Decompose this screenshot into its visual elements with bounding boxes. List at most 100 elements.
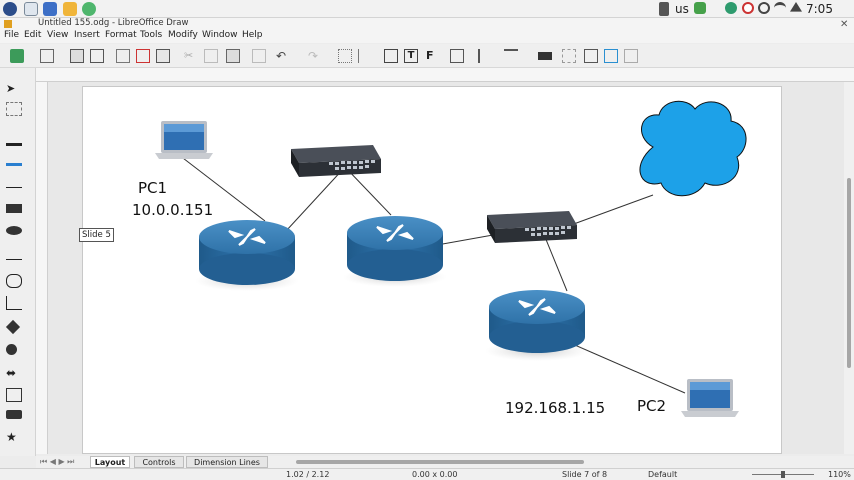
router-3[interactable] xyxy=(485,290,589,361)
record-icon[interactable] xyxy=(742,2,754,14)
pc2-name-label: PC2 xyxy=(637,397,667,415)
tab-controls[interactable]: Controls xyxy=(134,456,184,468)
tab-layout[interactable]: Layout xyxy=(90,456,130,468)
internet-cloud[interactable] xyxy=(639,100,747,197)
menu-window[interactable]: Window xyxy=(202,30,238,40)
clipboard-icon[interactable] xyxy=(659,2,669,16)
vertical-ruler[interactable] xyxy=(36,82,48,454)
paste-icon[interactable] xyxy=(226,49,240,63)
menu-modify[interactable]: Modify xyxy=(168,30,198,40)
horizontal-scroll-thumb[interactable] xyxy=(296,460,584,464)
fontwork-icon[interactable]: F xyxy=(426,49,440,63)
toggle-extrusion-icon[interactable] xyxy=(624,49,638,63)
notification-icon[interactable] xyxy=(790,2,802,12)
position-readout: 1.02 / 2.12 xyxy=(286,470,330,479)
tab-nav-buttons[interactable]: ⏮ ◀ ▶ ⏭ xyxy=(40,457,74,467)
points-icon[interactable] xyxy=(584,49,598,63)
template-icon[interactable] xyxy=(40,49,54,63)
tab-layout-label: Layout xyxy=(94,458,126,467)
menu-edit[interactable]: Edit xyxy=(24,30,41,40)
menu-help[interactable]: Help xyxy=(242,30,263,40)
laptop-pc1[interactable] xyxy=(155,121,213,159)
system-top-bar: us 7:05 PM xyxy=(0,0,854,30)
master-page-name[interactable]: Default xyxy=(648,470,677,479)
keyboard-layout[interactable]: us xyxy=(675,2,689,16)
files-icon[interactable] xyxy=(63,2,77,16)
grid-icon[interactable] xyxy=(338,49,352,63)
app-icon[interactable] xyxy=(82,2,96,16)
draw-app-icon xyxy=(4,20,12,28)
menu-tools[interactable]: Tools xyxy=(140,30,162,40)
browser-icon[interactable] xyxy=(43,2,57,16)
connector-icon[interactable] xyxy=(6,296,22,310)
layer-tab-row: ⏮ ◀ ▶ ⏭ Layout Controls Dimension Lines xyxy=(36,456,854,468)
curve-icon[interactable] xyxy=(6,274,22,288)
fedora-icon[interactable] xyxy=(3,2,17,16)
lines-arrows-icon[interactable] xyxy=(6,252,22,260)
tab-dimension-lines-label: Dimension Lines xyxy=(194,458,260,467)
flowchart-icon[interactable] xyxy=(6,388,22,402)
router-1[interactable] xyxy=(195,220,299,291)
desktop-icon[interactable] xyxy=(24,2,38,16)
vertical-scroll-thumb[interactable] xyxy=(847,178,851,368)
horizontal-ruler[interactable] xyxy=(36,68,854,82)
switch-2[interactable] xyxy=(487,211,577,243)
select-icon[interactable]: ➤ xyxy=(6,82,22,96)
export-pdf-icon[interactable] xyxy=(136,49,150,63)
laptop-pc2[interactable] xyxy=(681,379,739,417)
redo-icon[interactable]: ↷ xyxy=(308,49,322,63)
line-color-icon[interactable] xyxy=(6,132,22,146)
crop-icon[interactable] xyxy=(562,49,576,63)
slide-tooltip-text: Slide 5 xyxy=(82,230,111,240)
title-bar: Untitled 155.odg - LibreOffice Draw ✕ xyxy=(0,18,854,30)
new-icon[interactable] xyxy=(10,49,24,63)
stars-icon[interactable]: ★ xyxy=(6,430,22,444)
vertical-scrollbar[interactable] xyxy=(844,82,854,454)
window-title: Untitled 155.odg - LibreOffice Draw xyxy=(38,18,189,28)
menu-format[interactable]: Format xyxy=(105,30,137,40)
fill-color-icon[interactable] xyxy=(6,152,22,166)
block-arrows-icon[interactable]: ⬌ xyxy=(6,366,22,380)
close-icon[interactable]: ✕ xyxy=(840,19,848,30)
copy-icon[interactable] xyxy=(204,49,218,63)
zoom-icon[interactable] xyxy=(6,102,22,116)
switch-1[interactable] xyxy=(291,145,381,177)
app-tray-icon[interactable] xyxy=(725,2,737,14)
save-as-icon[interactable] xyxy=(90,49,104,63)
shadow-icon[interactable] xyxy=(538,52,552,60)
pc1-ip-label: 10.0.0.151 xyxy=(132,201,214,219)
tab-dimension-lines[interactable]: Dimension Lines xyxy=(186,456,268,468)
updates-icon[interactable] xyxy=(694,2,706,14)
zoom-slider-thumb[interactable] xyxy=(781,471,785,478)
transform-icon[interactable] xyxy=(450,49,464,63)
callouts-icon[interactable] xyxy=(6,410,22,419)
helplines-icon[interactable] xyxy=(358,49,372,63)
ellipse-icon[interactable] xyxy=(6,226,22,235)
align-icon[interactable] xyxy=(478,49,492,63)
zoom-level[interactable]: 110% xyxy=(828,470,851,479)
arrange-icon[interactable] xyxy=(504,49,518,63)
menu-file[interactable]: File xyxy=(4,30,19,40)
menu-view[interactable]: View xyxy=(47,30,68,40)
router-2[interactable] xyxy=(343,216,447,287)
save-icon[interactable] xyxy=(70,49,84,63)
image-icon[interactable] xyxy=(384,49,398,63)
menu-insert[interactable]: Insert xyxy=(74,30,100,40)
symbol-shapes-icon[interactable] xyxy=(6,344,17,355)
wifi-icon[interactable] xyxy=(774,2,786,14)
textbox-icon[interactable]: T xyxy=(404,49,418,63)
pc1-name-label: PC1 xyxy=(138,179,168,197)
volume-icon[interactable] xyxy=(758,2,770,14)
print-icon[interactable] xyxy=(156,49,170,63)
drawing-page[interactable]: PC1 10.0.0.151 192.168.1.15 PC2 xyxy=(82,86,782,454)
basic-shapes-icon[interactable] xyxy=(5,319,21,335)
cut-icon[interactable]: ✂ xyxy=(184,49,198,63)
clone-icon[interactable] xyxy=(252,49,266,63)
rectangle-icon[interactable] xyxy=(6,204,22,213)
glue-icon[interactable] xyxy=(604,49,618,63)
standard-toolbar: ✂ ↶ ↷ T F xyxy=(0,44,854,68)
export-icon[interactable] xyxy=(116,49,130,63)
line-icon[interactable] xyxy=(6,180,22,188)
undo-icon[interactable]: ↶ xyxy=(276,49,290,63)
drawing-workspace[interactable]: PC1 10.0.0.151 192.168.1.15 PC2 Slide 5 xyxy=(48,82,844,454)
